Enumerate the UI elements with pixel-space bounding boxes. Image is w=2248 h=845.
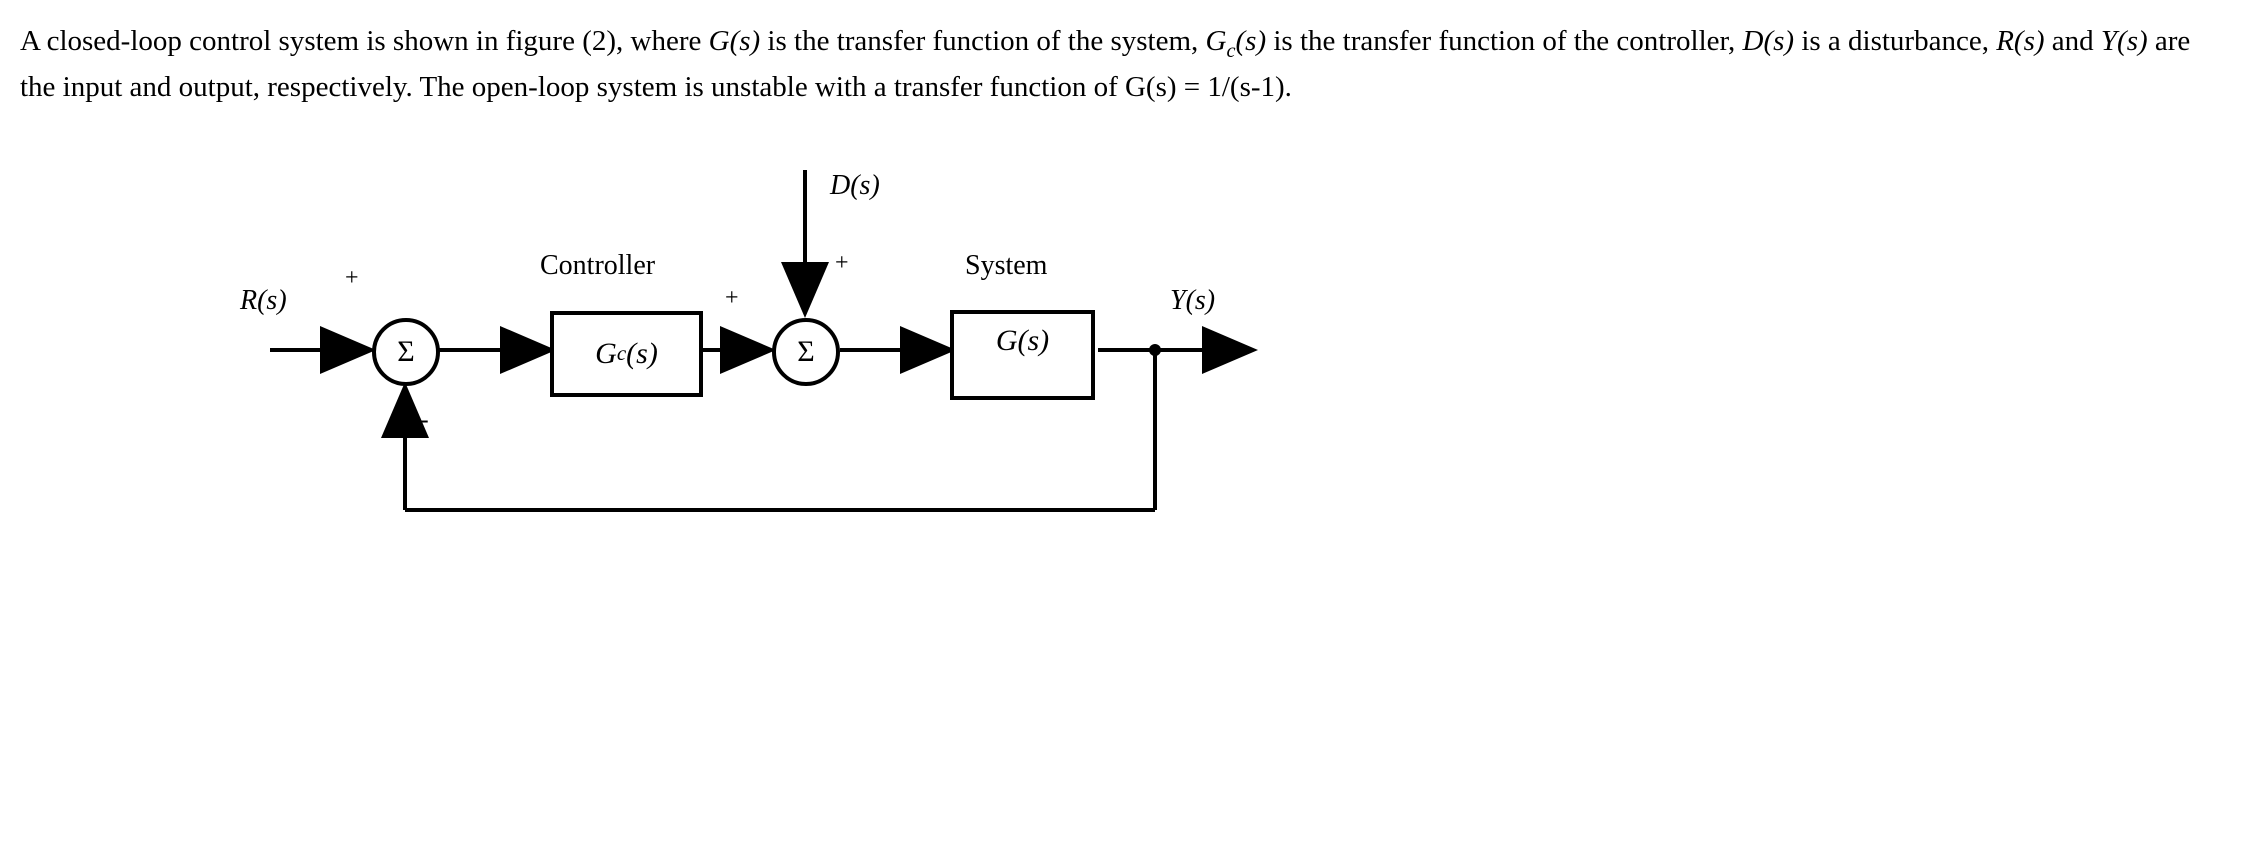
input-label: R(s) [240,285,287,317]
system-symbol: G(s) [996,324,1049,358]
symbol-Gc-sub: c [1227,40,1236,62]
text-segment: and [2045,25,2101,57]
system-title: System [965,250,1047,282]
text-segment: is a disturbance, [1794,25,1996,57]
text-segment: is the transfer function of the system, [760,25,1205,57]
controller-symbol-base: G [595,337,617,371]
text-segment: is the transfer function of the controll… [1266,25,1742,57]
system-block: G(s) [950,310,1095,400]
controller-symbol-tail: (s) [626,337,658,371]
symbol-Gs: G(s) [709,25,761,57]
block-diagram: R(s) D(s) Y(s) Controller System + - + +… [250,150,1850,600]
symbol-Gc-tail: (s) [1236,25,1267,57]
plus-sign-3: + [835,250,849,277]
symbol-Gc-base: G [1206,25,1227,57]
symbol-Ys: Y(s) [2101,25,2148,57]
plus-sign-2: + [725,285,739,312]
controller-block: Gc(s) [550,311,703,397]
controller-title: Controller [540,250,655,282]
output-label: Y(s) [1170,285,1215,317]
sigma-symbol: Σ [397,335,414,369]
controller-symbol-sub: c [617,341,626,366]
symbol-Ds: D(s) [1743,25,1795,57]
sum-junction-1: Σ [372,318,440,386]
disturbance-label: D(s) [830,170,880,202]
text-segment: A closed-loop control system is shown in… [20,25,709,57]
symbol-Rs: R(s) [1996,25,2044,57]
plus-sign-1: + [345,265,359,292]
problem-statement: A closed-loop control system is shown in… [20,20,2228,110]
sum-junction-2: Σ [772,318,840,386]
minus-sign: - [420,405,429,435]
sigma-symbol: Σ [797,335,814,369]
